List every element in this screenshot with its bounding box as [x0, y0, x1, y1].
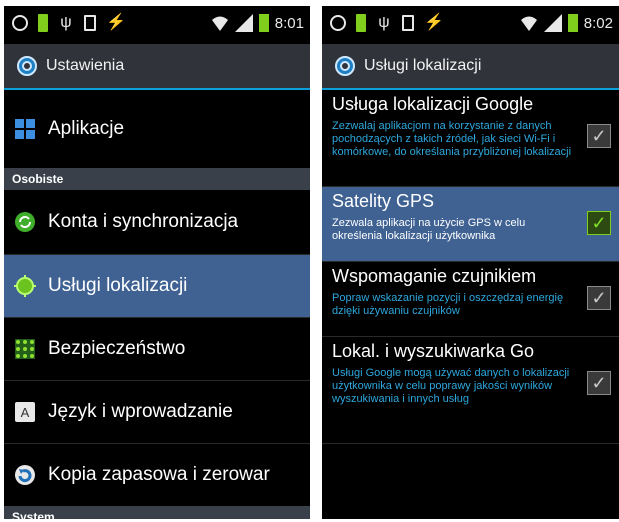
location-icon [14, 275, 36, 297]
sync-icon [15, 212, 35, 232]
battery-small-icon [38, 14, 48, 32]
settings-item-label: Aplikacje [48, 118, 125, 139]
security-pattern-icon [15, 339, 35, 359]
sensor-aid-checkbox[interactable]: ✓ [587, 286, 611, 310]
page-title: Usługi lokalizacji [364, 57, 482, 74]
clock: 8:01 [274, 14, 304, 32]
google-location-checkbox[interactable]: ✓ [587, 124, 611, 148]
option-description: Zezwala aplikacji na użycie GPS w celu o… [332, 217, 526, 242]
option-title: Lokal. i wyszukiwarka Go [332, 341, 535, 361]
flash-icon: ⚡ [106, 14, 126, 31]
settings-item-language[interactable]: A Język i wprowadzanie [4, 381, 310, 443]
action-bar: Usługi lokalizacji [322, 44, 619, 90]
settings-gear-icon[interactable] [334, 55, 356, 77]
battery-icon [567, 14, 578, 32]
settings-screen: ψ ⚡ 8:01 Ustawienia Aplikacje Osobiste K… [4, 6, 310, 519]
sd-card-icon [402, 15, 414, 31]
usb-icon: ψ [60, 14, 72, 31]
gps-checkbox[interactable]: ✓ [587, 211, 611, 235]
wifi-icon [520, 16, 537, 31]
settings-item-label: Kopia zapasowa i zerowar [48, 464, 270, 485]
sd-card-icon [84, 15, 96, 31]
option-description: Usługi Google mogą używać danych o lokal… [332, 367, 570, 405]
keyboard-icon: A [15, 402, 35, 422]
settings-item-label: Bezpieczeństwo [48, 338, 186, 359]
option-gps-satellites[interactable]: Satelity GPS Zezwala aplikacji na użycie… [322, 187, 619, 261]
action-bar: Ustawienia [4, 44, 310, 90]
wifi-icon [211, 16, 228, 31]
page-title: Ustawienia [46, 57, 125, 74]
google-search-location-checkbox[interactable]: ✓ [587, 371, 611, 395]
circle-icon [330, 15, 346, 31]
backup-icon [15, 465, 35, 485]
status-bar: ψ ⚡ 8:02 [322, 6, 619, 44]
settings-list: Aplikacje Osobiste Konta i synchronizacj… [4, 90, 310, 519]
option-sensor-aid[interactable]: Wspomaganie czujnikiem Popraw wskazanie … [322, 262, 619, 336]
status-bar: ψ ⚡ 8:01 [4, 6, 310, 44]
divider [322, 443, 619, 444]
option-description: Popraw wskazanie pozycji i oszczędzaj en… [332, 292, 564, 317]
signal-icon [234, 14, 253, 32]
usb-icon: ψ [378, 14, 390, 31]
section-header-personal: Osobiste [4, 168, 310, 190]
flash-icon: ⚡ [424, 14, 444, 31]
circle-icon [12, 15, 28, 31]
apps-icon [15, 119, 35, 139]
location-options-list: Usługa lokalizacji Google Zezwalaj aplik… [322, 90, 619, 519]
battery-small-icon [356, 14, 366, 32]
option-title: Usługa lokalizacji Google [332, 94, 534, 114]
option-title: Wspomaganie czujnikiem [332, 266, 537, 286]
signal-icon [543, 14, 562, 32]
settings-item-label: Konta i synchronizacja [48, 211, 239, 232]
settings-item-security[interactable]: Bezpieczeństwo [4, 318, 310, 380]
settings-gear-icon[interactable] [16, 55, 38, 77]
settings-item-label: Usługi lokalizacji [48, 275, 188, 296]
location-services-screen: ψ ⚡ 8:02 Usługi lokalizacji Usługa lokal… [322, 6, 619, 519]
section-header-system: System [4, 506, 310, 519]
settings-item-accounts[interactable]: Konta i synchronizacja [4, 190, 310, 254]
battery-icon [258, 14, 269, 32]
option-google-location[interactable]: Usługa lokalizacji Google Zezwalaj aplik… [322, 90, 619, 186]
clock: 8:02 [583, 14, 613, 32]
option-description: Zezwalaj aplikacjom na korzystanie z dan… [332, 120, 572, 158]
settings-item-backup[interactable]: Kopia zapasowa i zerowar [4, 444, 310, 506]
option-title: Satelity GPS [332, 191, 435, 211]
svg-text:A: A [21, 405, 30, 420]
settings-item-location[interactable]: Usługi lokalizacji [4, 255, 310, 317]
option-google-search-location[interactable]: Lokal. i wyszukiwarka Go Usługi Google m… [322, 337, 619, 443]
settings-item-apps[interactable]: Aplikacje [4, 90, 310, 168]
settings-item-label: Język i wprowadzanie [48, 401, 233, 422]
